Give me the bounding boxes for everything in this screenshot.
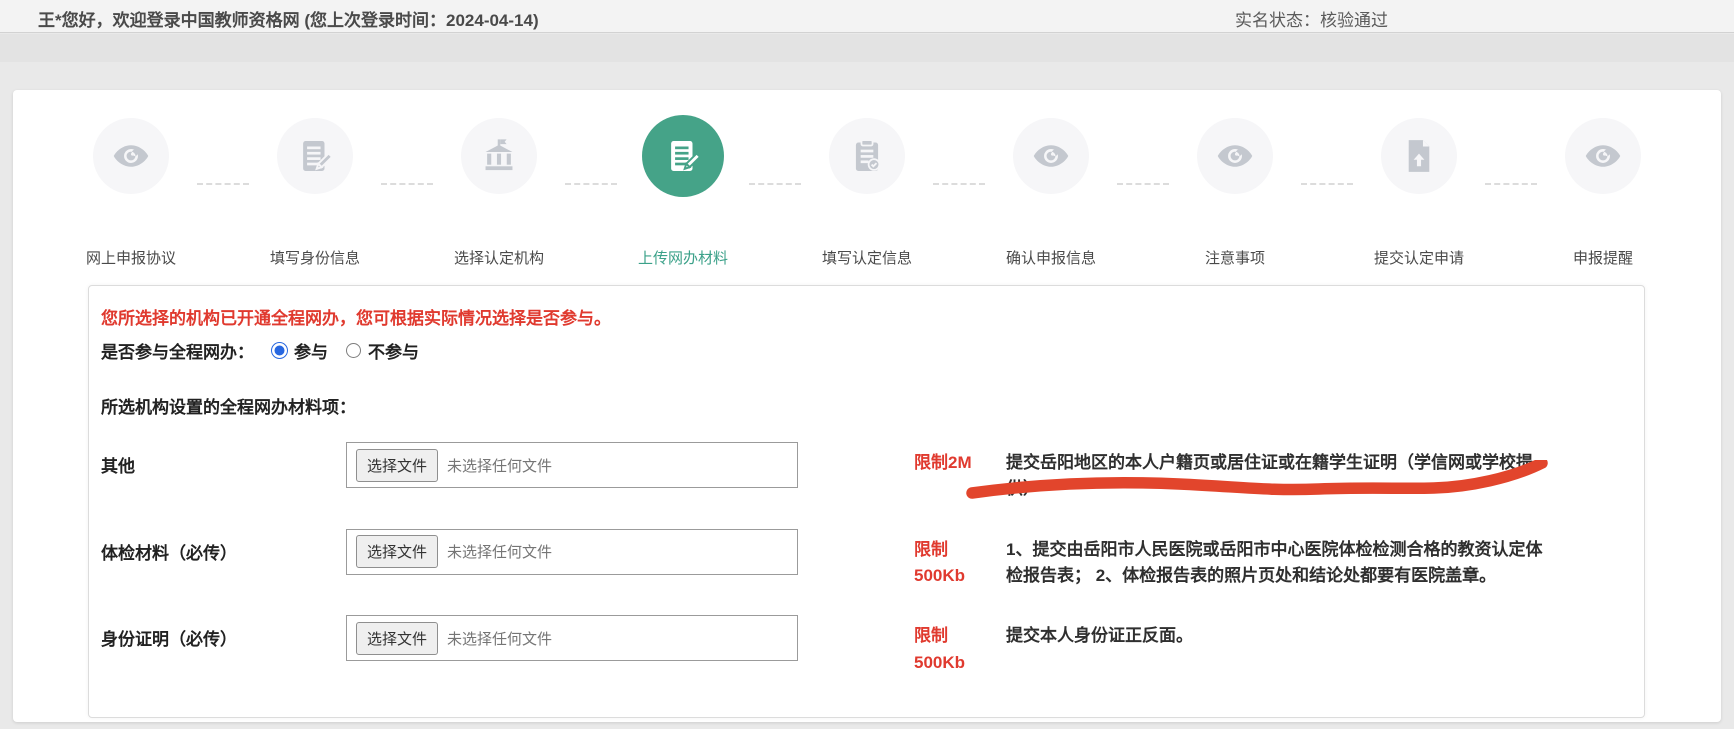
choose-file-button[interactable]: 选择文件 bbox=[356, 622, 438, 655]
radio-unselected-icon[interactable] bbox=[346, 343, 361, 358]
eye-icon bbox=[1013, 118, 1089, 194]
material-label: 身份证明（必传） bbox=[101, 615, 346, 650]
step-label: 填写认定信息 bbox=[822, 247, 912, 268]
main-card: 网上申报协议 填写身份信息 选择认定机构 上传网办材料 填写认定信息 确认申报信… bbox=[13, 90, 1721, 722]
size-limit: 限制 500Kb bbox=[914, 529, 1006, 590]
document-edit-icon bbox=[642, 115, 724, 197]
radio-option-label: 参与 bbox=[294, 338, 328, 363]
stepper-step: 申报提醒 bbox=[1537, 118, 1669, 268]
file-input[interactable]: 选择文件 未选择任何文件 bbox=[346, 529, 798, 575]
file-placeholder: 未选择任何文件 bbox=[447, 541, 552, 562]
material-row: 体检材料（必传） 选择文件 未选择任何文件 限制 500Kb 1、提交由岳阳市人… bbox=[101, 529, 1632, 590]
radio-option[interactable]: 参与 bbox=[272, 338, 328, 363]
stepper-step: 填写身份信息 bbox=[249, 118, 381, 268]
stepper-step: 确认申报信息 bbox=[985, 118, 1117, 268]
material-description-text: 1、提交由岳阳市人民医院或岳阳市中心医院体检检测合格的教资认定体检报告表； 2、… bbox=[1006, 540, 1542, 585]
stepper-step: 选择认定机构 bbox=[433, 118, 565, 268]
document-edit-icon bbox=[277, 118, 353, 194]
material-label: 体检材料（必传） bbox=[101, 529, 346, 564]
stepper-step: 注意事项 bbox=[1169, 118, 1301, 268]
step-label: 填写身份信息 bbox=[270, 247, 360, 268]
radio-option[interactable]: 不参与 bbox=[346, 338, 419, 363]
step-connector bbox=[565, 183, 617, 185]
bank-icon bbox=[461, 118, 537, 194]
top-bar: 王*您好，欢迎登录中国教师资格网 (您上次登录时间：2024-04-14) 实名… bbox=[0, 0, 1734, 33]
file-placeholder: 未选择任何文件 bbox=[447, 455, 552, 476]
size-limit: 限制2M bbox=[914, 442, 1006, 476]
file-upload-icon bbox=[1381, 118, 1457, 194]
stepper-step: 提交认定申请 bbox=[1353, 118, 1485, 268]
step-connector bbox=[1485, 183, 1537, 185]
step-connector bbox=[381, 183, 433, 185]
step-connector bbox=[1117, 183, 1169, 185]
online-process-notice: 您所选择的机构已开通全程网办，您可根据实际情况选择是否参与。 bbox=[101, 304, 1632, 329]
participation-label: 是否参与全程网办： bbox=[101, 338, 254, 363]
radio-option-label: 不参与 bbox=[368, 338, 419, 363]
step-connector bbox=[933, 183, 985, 185]
material-row: 身份证明（必传） 选择文件 未选择任何文件 限制 500Kb 提交本人身份证正反… bbox=[101, 615, 1632, 676]
material-description: 提交岳阳地区的本人户籍页或居住证或在籍学生证明（学信网或学校提供） bbox=[1006, 442, 1546, 503]
step-label: 申报提醒 bbox=[1573, 247, 1633, 268]
clipboard-check-icon bbox=[829, 118, 905, 194]
material-description-text: 提交本人身份证正反面。 bbox=[1006, 626, 1193, 645]
step-label: 选择认定机构 bbox=[454, 247, 544, 268]
size-limit: 限制 500Kb bbox=[914, 615, 1006, 676]
eye-icon bbox=[1565, 118, 1641, 194]
material-description: 1、提交由岳阳市人民医院或岳阳市中心医院体检检测合格的教资认定体检报告表； 2、… bbox=[1006, 529, 1546, 590]
file-input[interactable]: 选择文件 未选择任何文件 bbox=[346, 442, 798, 488]
step-label: 注意事项 bbox=[1205, 247, 1265, 268]
material-description-text: 提交岳阳地区的本人户籍页或居住证或在籍学生证明（学信网或学校提供） bbox=[1006, 453, 1533, 498]
background-band bbox=[0, 34, 1734, 62]
stepper: 网上申报协议 填写身份信息 选择认定机构 上传网办材料 填写认定信息 确认申报信… bbox=[13, 90, 1721, 268]
step-connector bbox=[1301, 183, 1353, 185]
step-label: 上传网办材料 bbox=[638, 247, 728, 268]
realname-status: 实名状态：核验通过 bbox=[1235, 6, 1388, 31]
stepper-step: 网上申报协议 bbox=[65, 118, 197, 268]
stepper-step: 上传网办材料 bbox=[617, 118, 749, 268]
choose-file-button[interactable]: 选择文件 bbox=[356, 535, 438, 568]
step-connector bbox=[197, 183, 249, 185]
step-connector bbox=[749, 183, 801, 185]
materials-title: 所选机构设置的全程网办材料项： bbox=[101, 393, 1632, 418]
step-label: 提交认定申请 bbox=[1374, 247, 1464, 268]
step-label: 确认申报信息 bbox=[1006, 247, 1096, 268]
eye-icon bbox=[93, 118, 169, 194]
eye-icon bbox=[1197, 118, 1273, 194]
radio-selected-icon[interactable] bbox=[272, 343, 287, 358]
step-label: 网上申报协议 bbox=[86, 247, 176, 268]
choose-file-button[interactable]: 选择文件 bbox=[356, 449, 438, 482]
file-placeholder: 未选择任何文件 bbox=[447, 628, 552, 649]
file-input[interactable]: 选择文件 未选择任何文件 bbox=[346, 615, 798, 661]
material-row: 其他 选择文件 未选择任何文件 限制2M 提交岳阳地区的本人户籍页或居住证或在籍… bbox=[101, 442, 1632, 503]
upload-panel: 您所选择的机构已开通全程网办，您可根据实际情况选择是否参与。 是否参与全程网办：… bbox=[88, 285, 1645, 718]
material-description: 提交本人身份证正反面。 bbox=[1006, 615, 1546, 649]
stepper-step: 填写认定信息 bbox=[801, 118, 933, 268]
welcome-text: 王*您好，欢迎登录中国教师资格网 (您上次登录时间：2024-04-14) bbox=[38, 6, 539, 31]
participation-row: 是否参与全程网办： 参与 不参与 bbox=[101, 338, 1632, 363]
material-label: 其他 bbox=[101, 442, 346, 477]
material-rows: 其他 选择文件 未选择任何文件 限制2M 提交岳阳地区的本人户籍页或居住证或在籍… bbox=[101, 442, 1632, 676]
